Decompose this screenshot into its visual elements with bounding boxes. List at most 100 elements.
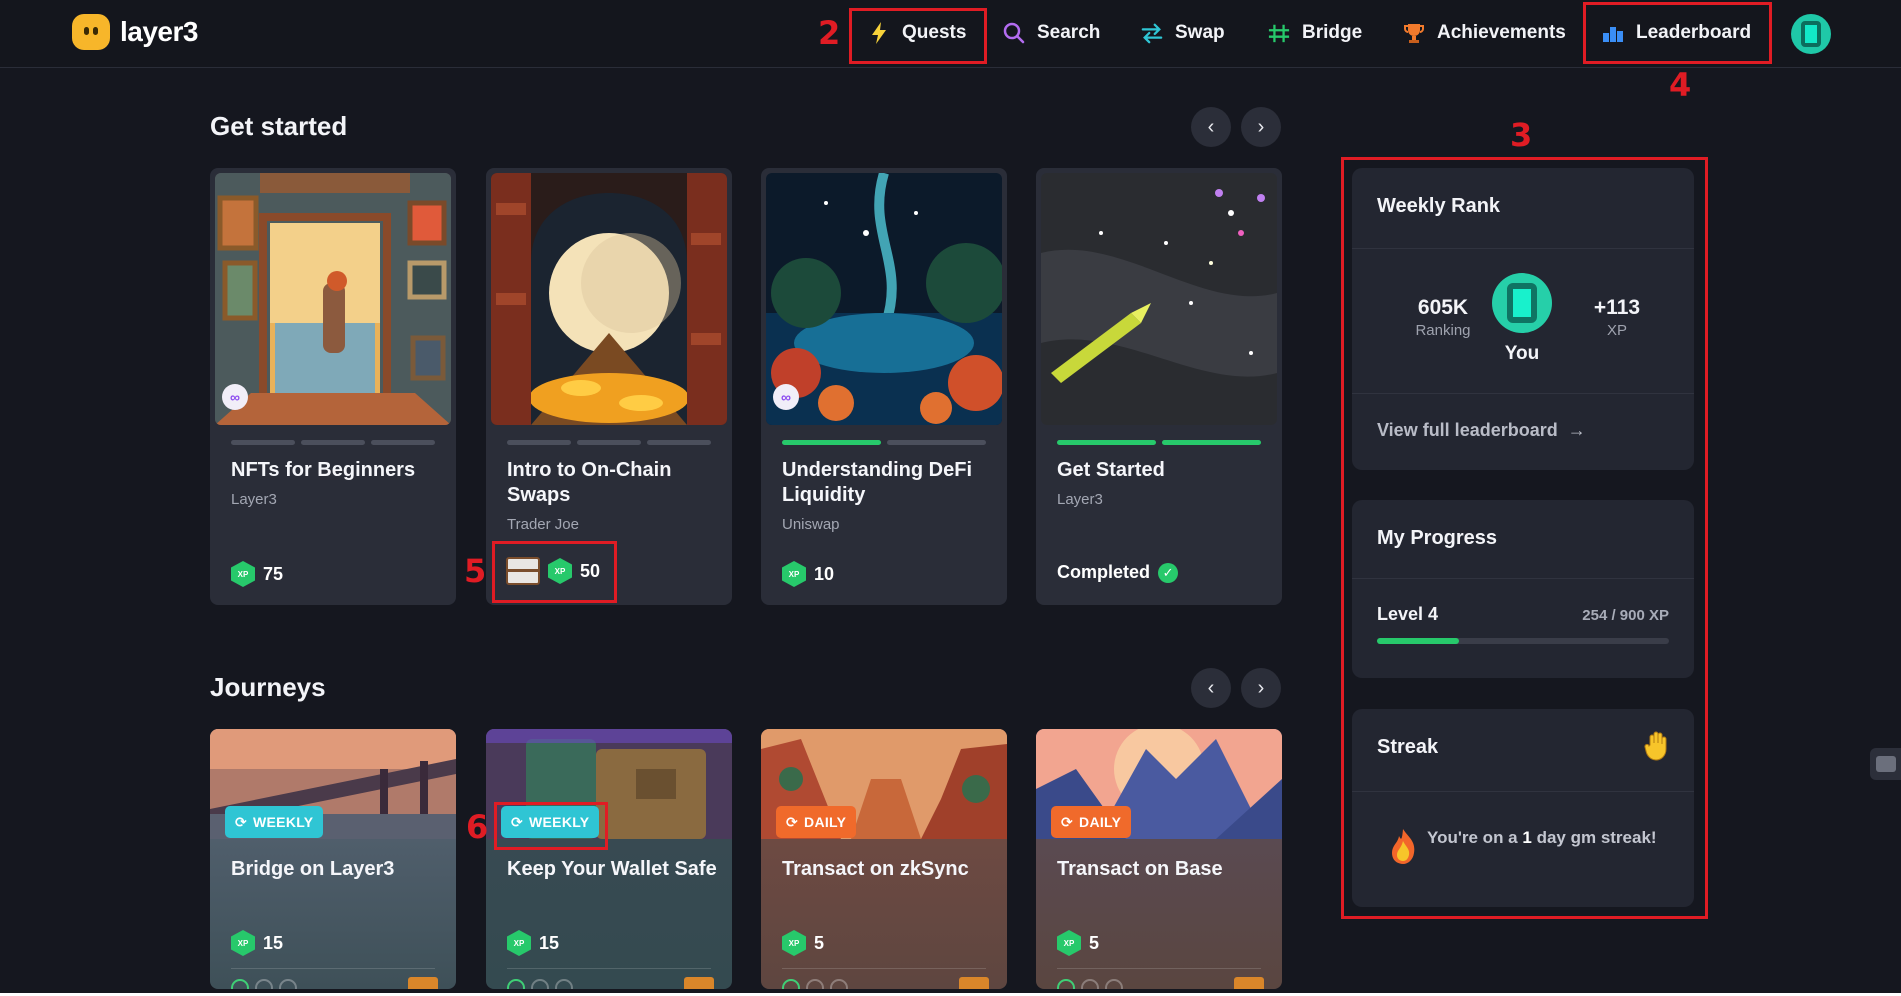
xp-badge-icon: XP	[1057, 930, 1081, 956]
carousel-prev-button[interactable]: ‹	[1191, 107, 1231, 147]
progress-step	[647, 440, 711, 445]
journey-frequency-label: WEEKLY	[253, 814, 314, 830]
quest-progress	[507, 440, 711, 445]
chevron-right-icon: ›	[1257, 115, 1265, 138]
journey-title: Keep Your Wallet Safe	[507, 858, 717, 880]
step-dot	[255, 979, 273, 989]
reward-chest-icon	[408, 977, 438, 989]
quest-image	[766, 173, 1002, 425]
journey-xp-reward: XP 5	[782, 930, 824, 956]
journey-divider	[231, 968, 435, 969]
completed-label: Completed	[1057, 562, 1151, 582]
journey-frequency-badge: ⟳ WEEKLY	[225, 806, 324, 838]
journey-xp-reward: XP 15	[507, 930, 559, 956]
step-dot	[507, 979, 525, 989]
progress-step	[782, 440, 881, 445]
layer3-logo-icon	[72, 14, 110, 50]
progress-step	[577, 440, 641, 445]
annotation-label-5: 5	[464, 552, 487, 590]
journey-divider	[1057, 968, 1261, 969]
section-title-get-started: Get started	[210, 111, 348, 141]
journey-title: Bridge on Layer3	[231, 858, 395, 880]
quest-image	[491, 173, 727, 425]
quest-card[interactable]: ∞ Understanding DeFi Liquidity Uniswap X…	[761, 168, 1007, 605]
nav-achievements-label: Achievements	[1437, 22, 1566, 43]
quest-publisher: Layer3	[231, 491, 277, 508]
annotation-label-6: 6	[466, 808, 489, 846]
quest-progress	[782, 440, 986, 445]
journey-card[interactable]: ⟳ WEEKLY Bridge on Layer3 XP 15	[210, 729, 456, 989]
journey-xp-value: 5	[814, 932, 825, 953]
quest-xp-reward: XP 75	[231, 561, 283, 587]
journey-steps	[782, 979, 848, 989]
swap-arrows-icon	[1141, 22, 1163, 44]
quest-card[interactable]: Intro to On-Chain Swaps Trader Joe XP 50	[486, 168, 732, 605]
step-dot	[555, 979, 573, 989]
step-dot	[830, 979, 848, 989]
journeys-prev-button[interactable]: ‹	[1191, 668, 1231, 708]
reward-chest-icon	[1234, 977, 1264, 989]
quest-title: Get Started	[1057, 459, 1165, 481]
nav-search[interactable]: Search	[1003, 20, 1100, 46]
journey-steps	[507, 979, 573, 989]
journey-card[interactable]: ⟳ DAILY Transact on zkSync XP 5	[761, 729, 1007, 989]
refresh-icon: ⟳	[786, 813, 799, 830]
brand-name: layer3	[120, 16, 198, 47]
progress-step	[231, 440, 295, 445]
defi-landscape-illustration	[766, 173, 1002, 425]
step-dot	[531, 979, 549, 989]
quest-xp-value: 75	[263, 563, 284, 584]
step-dot	[806, 979, 824, 989]
xp-badge-icon: XP	[231, 561, 255, 587]
chevron-right-icon: ›	[1257, 676, 1265, 699]
annotation-box-5	[492, 541, 617, 603]
nav-bridge[interactable]: Bridge	[1268, 20, 1362, 46]
journey-divider	[782, 968, 986, 969]
journeys-next-button[interactable]: ›	[1241, 668, 1281, 708]
progress-step	[1057, 440, 1156, 445]
annotation-box-6	[494, 802, 608, 850]
brand-logo[interactable]: layer3	[72, 14, 198, 50]
refresh-icon: ⟳	[1061, 813, 1074, 830]
journey-card[interactable]: ⟳ DAILY Transact on Base XP 5	[1036, 729, 1282, 989]
chat-icon	[1875, 756, 1896, 772]
xp-badge-icon: XP	[782, 561, 806, 587]
quest-card[interactable]: ∞ NFTs for Beginners Layer3 XP 75	[210, 168, 456, 605]
quest-xp-reward: XP 10	[782, 561, 834, 587]
journey-xp-reward: XP 5	[1057, 930, 1099, 956]
nav-swap[interactable]: Swap	[1141, 20, 1225, 46]
carousel-next-button[interactable]: ›	[1241, 107, 1281, 147]
journey-steps	[1057, 979, 1123, 989]
annotation-label-4: 4	[1669, 66, 1692, 104]
journey-frequency-badge: ⟳ DAILY	[1051, 806, 1132, 838]
step-dot	[1057, 979, 1075, 989]
journey-divider	[507, 968, 711, 969]
bridge-icon	[1268, 22, 1290, 44]
journey-xp-value: 5	[1089, 932, 1100, 953]
quest-card[interactable]: Get Started Layer3 Completed ✓	[1036, 168, 1282, 605]
xp-badge-icon: XP	[782, 930, 806, 956]
nav-achievements[interactable]: Achievements	[1403, 20, 1566, 46]
search-icon	[1003, 22, 1025, 44]
journey-card[interactable]: ⟳ WEEKLY Keep Your Wallet Safe XP 15	[486, 729, 732, 989]
step-dot	[1105, 979, 1123, 989]
trophy-icon	[1403, 22, 1425, 44]
feedback-side-button[interactable]	[1870, 748, 1901, 780]
progress-step	[301, 440, 365, 445]
avatar-pixel-icon	[1801, 21, 1821, 47]
step-dot	[782, 979, 800, 989]
annotation-box-2	[849, 8, 987, 64]
journey-steps	[231, 979, 297, 989]
refresh-icon: ⟳	[235, 813, 248, 830]
quest-progress	[1057, 440, 1261, 445]
xp-badge-icon: XP	[231, 930, 255, 956]
progress-step	[507, 440, 571, 445]
progress-step	[887, 440, 986, 445]
user-avatar[interactable]	[1791, 14, 1831, 54]
annotation-box-4	[1583, 2, 1772, 64]
annotation-label-2: 2	[818, 14, 841, 52]
chain-link-icon: ∞	[222, 384, 248, 410]
journey-title: Transact on Base	[1057, 858, 1223, 880]
progress-step	[371, 440, 435, 445]
quest-image	[1041, 173, 1277, 425]
